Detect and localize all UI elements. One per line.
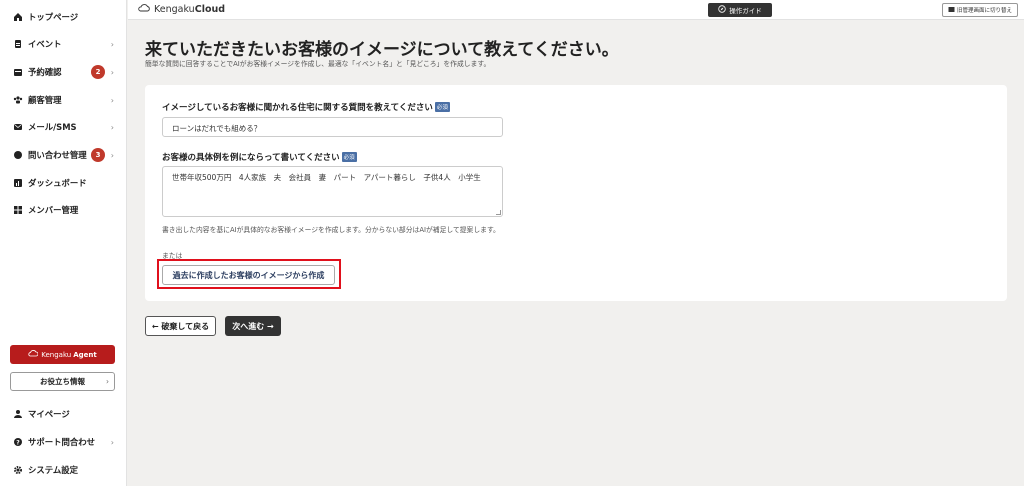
user-icon <box>13 409 23 419</box>
required-badge: 必須 <box>341 152 357 162</box>
sidebar-item-label: トップページ <box>28 12 79 22</box>
sidebar-item-members[interactable]: メンバー管理 <box>0 199 127 221</box>
sidebar-item-mypage[interactable]: マイページ <box>0 403 127 425</box>
chevron-right-icon: › <box>110 122 114 132</box>
sidebar-item-mail[interactable]: メール/SMS › <box>0 116 127 138</box>
logo-text: Kengaku <box>154 4 195 15</box>
required-badge: 必須 <box>434 102 450 112</box>
cloud-logo-icon <box>138 4 150 15</box>
agent-label-bold: Agent <box>73 350 97 359</box>
sidebar-item-label: 問い合わせ管理 <box>28 150 87 160</box>
sidebar-item-inquiries[interactable]: 問い合わせ管理 3 › <box>0 144 127 166</box>
chevron-right-icon: › <box>110 39 114 49</box>
notification-badge: 3 <box>91 148 105 162</box>
sidebar-item-label: メンバー管理 <box>28 205 79 215</box>
sidebar-item-top[interactable]: トップページ <box>0 6 127 28</box>
gear-icon <box>13 465 23 475</box>
useful-info-label: お役立ち情報 <box>40 377 85 386</box>
question-2-label: お客様の具体例を例にならって書いてください 必須 <box>162 151 357 163</box>
sidebar-item-customers[interactable]: 顧客管理 › <box>0 89 127 111</box>
switch-icon <box>948 6 955 15</box>
sidebar-item-label: ダッシュボード <box>28 178 87 188</box>
page-title: 来ていただきたいお客様のイメージについて教えてください。 <box>145 40 619 60</box>
sidebar-item-label: サポート問合わせ <box>28 437 95 447</box>
calendar-icon <box>13 67 23 77</box>
notification-badge: 2 <box>91 65 105 79</box>
grid-icon <box>13 205 23 215</box>
question-1-label: イメージしているお客様に聞かれる住宅に関する質問を教えてください 必須 <box>162 101 450 113</box>
sidebar-item-label: システム設定 <box>28 465 78 475</box>
kengaku-agent-button[interactable]: Kengaku Agent <box>10 345 115 364</box>
sidebar-item-reservations[interactable]: 予約確認 2 › <box>0 61 127 83</box>
hint-text: 書き出した内容を基にAIが具体的なお客様イメージを作成します。分からない部分はA… <box>162 226 500 234</box>
sidebar-item-dashboard[interactable]: ダッシュボード <box>0 172 127 194</box>
sidebar-item-events[interactable]: イベント › <box>0 33 127 55</box>
agent-label: Kengaku <box>41 350 72 359</box>
question-2-text: お客様の具体例を例にならって書いてください <box>162 153 340 163</box>
users-icon <box>13 95 23 105</box>
page-subtitle: 簡単な質問に回答することでAIがお客様イメージを作成し、最適な「イベント名」と「… <box>145 60 491 68</box>
cloud-logo-icon <box>28 350 39 359</box>
next-button[interactable]: 次へ進む → <box>225 316 281 336</box>
sidebar-item-label: イベント <box>28 39 62 49</box>
useful-info-button[interactable]: お役立ち情報 › <box>10 372 115 391</box>
question-1-input[interactable]: ローンはだれでも組める？ <box>162 117 503 137</box>
switch-label: 旧管理画面に切り替え <box>956 8 1012 14</box>
question-1-text: イメージしているお客様に聞かれる住宅に関する質問を教えてください <box>162 103 433 113</box>
chevron-right-icon: › <box>110 67 114 77</box>
question-2-textarea[interactable]: 世帯年収500万円 4人家族 夫 会社員 妻 パート アパート暮らし 子供4人 … <box>162 166 503 217</box>
document-icon <box>13 39 23 49</box>
highlight-box <box>157 259 341 289</box>
top-bar: Kengaku Cloud 操作ガイド 旧管理画面に切り替え <box>128 0 1024 20</box>
guide-label: 操作ガイド <box>729 7 762 15</box>
chevron-right-icon: › <box>110 150 114 160</box>
sidebar-item-label: メール/SMS <box>28 122 77 132</box>
mail-icon <box>13 122 23 132</box>
sidebar-item-label: 予約確認 <box>28 67 62 77</box>
chevron-right-icon: › <box>110 95 114 105</box>
sidebar-item-label: 顧客管理 <box>28 95 62 105</box>
logo-text-bold: Cloud <box>194 4 226 15</box>
sidebar-item-settings[interactable]: システム設定 <box>0 459 127 481</box>
switch-old-admin-button[interactable]: 旧管理画面に切り替え <box>942 3 1018 17</box>
kengaku-cloud-logo[interactable]: Kengaku Cloud <box>138 4 225 15</box>
svg-text:?: ? <box>16 439 20 446</box>
help-icon: ? <box>13 437 23 447</box>
operation-guide-button[interactable]: 操作ガイド <box>708 3 772 17</box>
discard-back-button[interactable]: ← 破棄して戻る <box>145 316 216 336</box>
sidebar: トップページ イベント › 予約確認 2 › 顧客管理 › メール/SMS › … <box>0 0 127 486</box>
chart-icon <box>13 178 23 188</box>
chevron-right-icon: › <box>106 377 109 386</box>
sidebar-item-label: マイページ <box>28 409 70 419</box>
chat-icon <box>13 150 23 160</box>
sidebar-item-support[interactable]: ? サポート問合わせ › <box>0 431 127 453</box>
home-icon <box>13 12 23 22</box>
compass-icon <box>718 5 726 15</box>
resize-handle[interactable] <box>496 210 501 215</box>
chevron-right-icon: › <box>110 437 114 447</box>
